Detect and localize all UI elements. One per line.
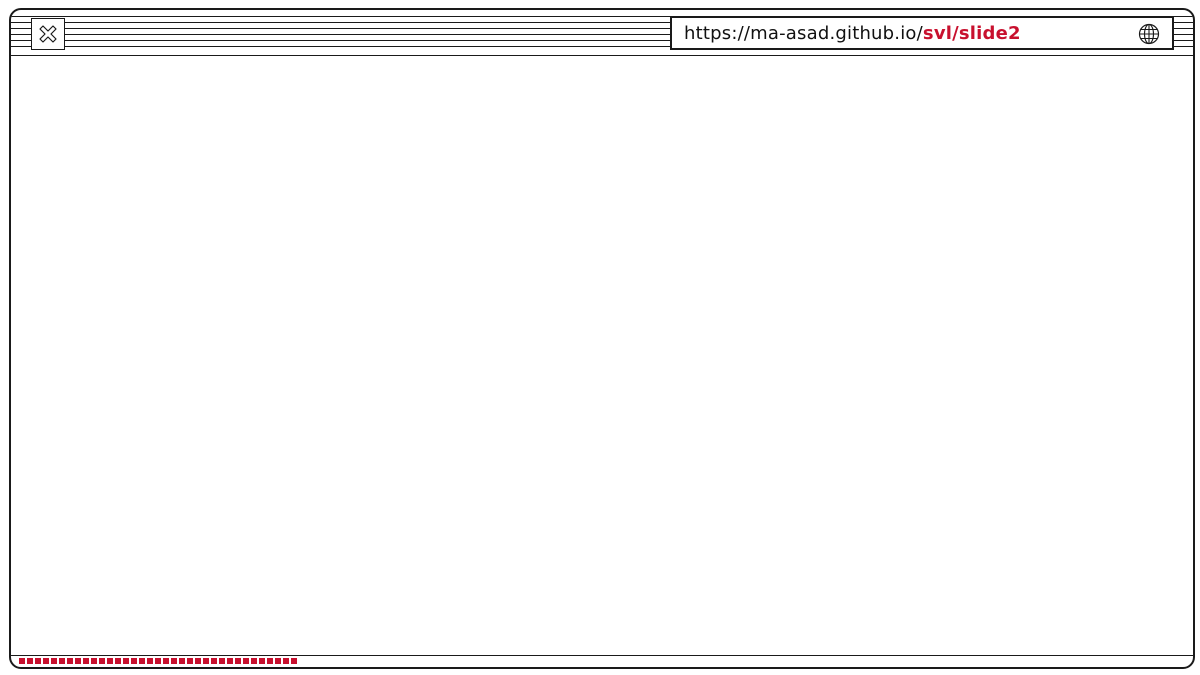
close-x-icon [39, 25, 57, 43]
title-bar: https://ma-asad.github.io/svl/slide2 [11, 10, 1193, 56]
close-button[interactable] [31, 18, 65, 50]
address-bar[interactable]: https://ma-asad.github.io/svl/slide2 [670, 16, 1174, 50]
globe-icon[interactable] [1138, 23, 1160, 45]
status-bar [11, 655, 1193, 667]
page-content [11, 56, 1193, 657]
url-text: https://ma-asad.github.io/svl/slide2 [684, 23, 1021, 44]
progress-bar [19, 658, 1185, 664]
url-host: https://ma-asad.github.io/ [684, 22, 923, 44]
progress-fill [19, 658, 299, 664]
browser-window: https://ma-asad.github.io/svl/slide2 [9, 8, 1195, 669]
url-path: svl/slide2 [922, 22, 1021, 44]
